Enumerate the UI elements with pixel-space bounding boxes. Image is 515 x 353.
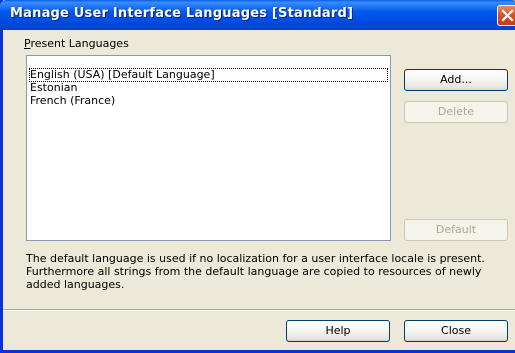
separator <box>3 309 515 311</box>
list-item-estonian[interactable]: Estonian <box>30 82 77 94</box>
close-x-icon <box>501 9 514 22</box>
delete-button[interactable]: Delete <box>404 101 508 123</box>
window-close-button[interactable] <box>497 5 515 26</box>
list-item-french[interactable]: French (France) <box>30 95 115 107</box>
add-button[interactable]: Add... <box>404 69 508 91</box>
window-title: Manage User Interface Languages [Standar… <box>10 6 354 21</box>
title-bar: Manage User Interface Languages [Standar… <box>0 0 515 30</box>
present-languages-label: Present Languages <box>24 37 129 50</box>
list-item-english[interactable]: English (USA) [Default Language] <box>29 68 388 82</box>
dialog-window: Manage User Interface Languages [Standar… <box>0 0 515 353</box>
default-button[interactable]: Default <box>404 219 508 241</box>
languages-listbox[interactable]: English (USA) [Default Language] Estonia… <box>26 55 391 241</box>
info-text: The default language is used if no local… <box>26 252 485 291</box>
help-button[interactable]: Help <box>286 320 390 342</box>
close-button[interactable]: Close <box>404 320 508 342</box>
